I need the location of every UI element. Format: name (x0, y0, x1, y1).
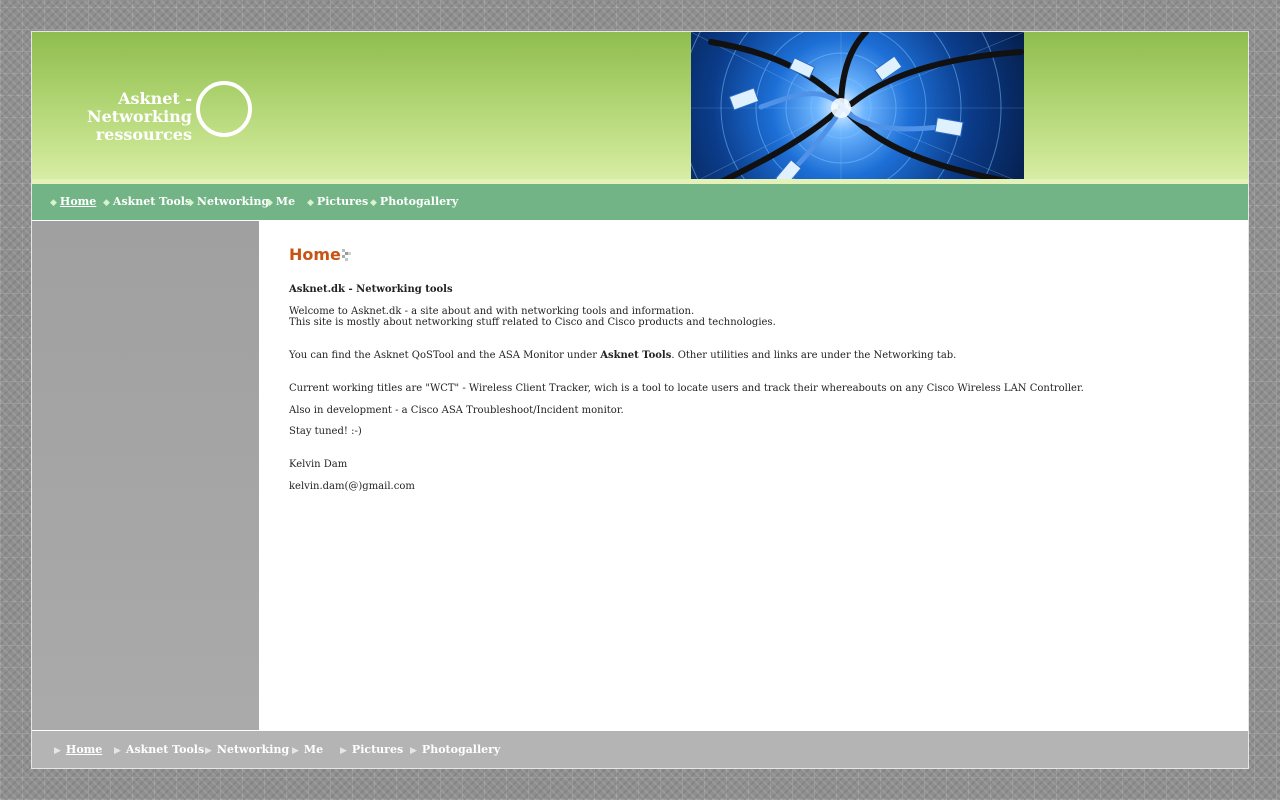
footer-item-label: Pictures (351, 743, 404, 756)
nav-item-label: Home (59, 195, 97, 208)
current-titles-paragraph: Current working titles are "WCT" - Wirel… (289, 383, 1084, 394)
footer-item-label: Networking (216, 743, 290, 756)
diamond-bullet-icon: ◆ (370, 198, 377, 208)
author-name: Kelvin Dam (289, 459, 348, 470)
footer-item-pictures[interactable]: ▶ Pictures (340, 731, 403, 768)
nav-item-label: Networking (196, 195, 270, 208)
nav-item-pictures[interactable]: ◆ Pictures (307, 184, 368, 220)
asknet-tools-link[interactable]: Asknet Tools (600, 350, 671, 361)
nav-item-home[interactable]: ◆ Home (50, 184, 96, 220)
diamond-bullet-icon: ◆ (50, 198, 57, 208)
triangle-right-icon: ▶ (410, 746, 417, 756)
footer-item-label: Photogallery (421, 743, 501, 756)
nav-item-networking[interactable]: ◆ Networking (187, 184, 269, 220)
site-title-line1: Asknet - Networking (86, 89, 192, 126)
footer-item-label: Asknet Tools (125, 743, 205, 756)
triangle-right-icon: ▶ (205, 746, 212, 756)
triangle-right-icon: ▶ (340, 746, 347, 756)
footer-item-label: Me (303, 743, 324, 756)
diamond-bullet-icon: ◆ (266, 198, 273, 208)
tools-text-pre: You can find the Asknet QoSTool and the … (289, 350, 601, 361)
tools-paragraph: You can find the Asknet QoSTool and the … (289, 350, 956, 361)
main-nav: ◆ Home ◆ Asknet Tools ◆ Networking ◆ Me ◆ Pic… (32, 184, 1248, 220)
footer-nav: ▶ Home ▶ Asknet Tools ▶ Networking ▶ Me ▶ Pic… (32, 731, 1248, 768)
footer-item-asknet-tools[interactable]: ▶ Asknet Tools (114, 731, 204, 768)
nav-item-label: Pictures (316, 195, 369, 208)
main-content: Home Asknet.dk - Networking tools Welcom… (259, 221, 1248, 730)
triangle-right-icon: ▶ (292, 746, 299, 756)
nav-item-me[interactable]: ◆ Me (266, 184, 295, 220)
nav-item-photogallery[interactable]: ◆ Photogallery (370, 184, 458, 220)
page-title: Home (289, 245, 341, 264)
footer-item-photogallery[interactable]: ▶ Photogallery (410, 731, 500, 768)
welcome-line-2: This site is mostly about networking stu… (289, 317, 776, 328)
sidebar (32, 221, 259, 730)
author-email: kelvin.dam(@)gmail.com (289, 481, 415, 492)
triangle-right-icon: ▶ (114, 746, 121, 756)
tools-text-post: . Other utilities and links are under th… (671, 350, 957, 361)
footer-item-home[interactable]: ▶ Home (54, 731, 102, 768)
triangle-right-icon: ▶ (54, 746, 61, 756)
nav-item-asknet-tools[interactable]: ◆ Asknet Tools (103, 184, 191, 220)
pixel-dots-icon (342, 249, 351, 261)
ring-logo-icon (196, 81, 252, 137)
header-banner-image (691, 32, 1024, 184)
diamond-bullet-icon: ◆ (307, 198, 314, 208)
footer-item-networking[interactable]: ▶ Networking (205, 731, 289, 768)
diamond-bullet-icon: ◆ (103, 198, 110, 208)
site-title-line2: ressources (95, 125, 192, 144)
nav-item-label: Photogallery (379, 195, 459, 208)
stay-tuned-text: Stay tuned! :-) (289, 426, 362, 437)
welcome-line-1: Welcome to Asknet.dk - a site about and … (289, 306, 695, 317)
site-title[interactable]: Asknet - Networking ressources (50, 90, 192, 144)
subtitle: Asknet.dk - Networking tools (289, 284, 453, 295)
footer-item-label: Home (65, 743, 103, 756)
development-paragraph: Also in development - a Cisco ASA Troubl… (289, 405, 624, 416)
page-container: Asknet - Networking ressources ◆ Home ◆ … (31, 31, 1249, 769)
nav-item-label: Me (275, 195, 296, 208)
network-cables-image (691, 32, 1024, 184)
nav-item-label: Asknet Tools (112, 195, 192, 208)
footer-item-me[interactable]: ▶ Me (292, 731, 323, 768)
header: Asknet - Networking ressources (32, 32, 1248, 184)
diamond-bullet-icon: ◆ (187, 198, 194, 208)
